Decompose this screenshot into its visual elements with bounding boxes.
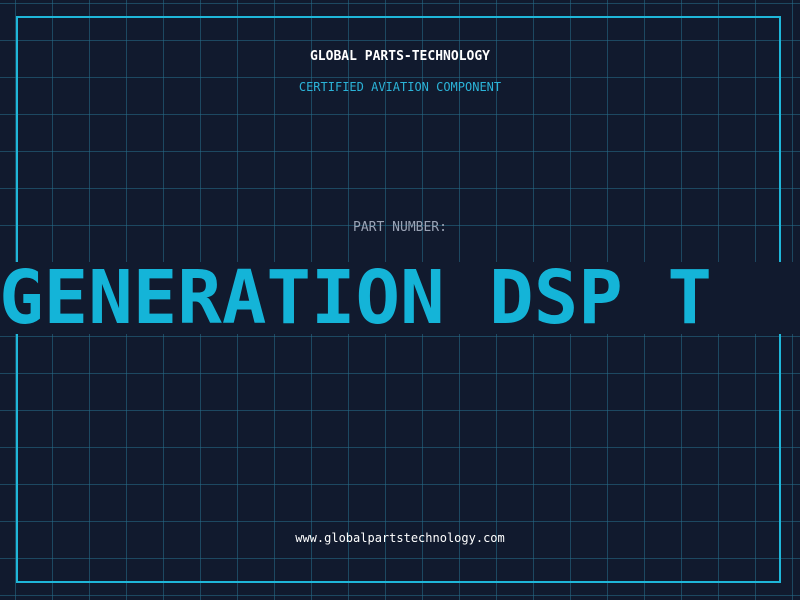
part-number-band: H GENERATION DSP T [0, 262, 800, 334]
part-number-value: H GENERATION DSP T [0, 262, 712, 334]
brand-title: GLOBAL PARTS-TECHNOLOGY [309, 49, 490, 64]
website-url[interactable]: www.globalpartstechnology.com [0, 531, 800, 545]
part-label-card: GLOBAL PARTS-TECHNOLOGY CERTIFIED AVIATI… [0, 0, 800, 600]
part-number-label: PART NUMBER: [353, 220, 447, 235]
tagline: CERTIFIED AVIATION COMPONENT [298, 80, 502, 94]
